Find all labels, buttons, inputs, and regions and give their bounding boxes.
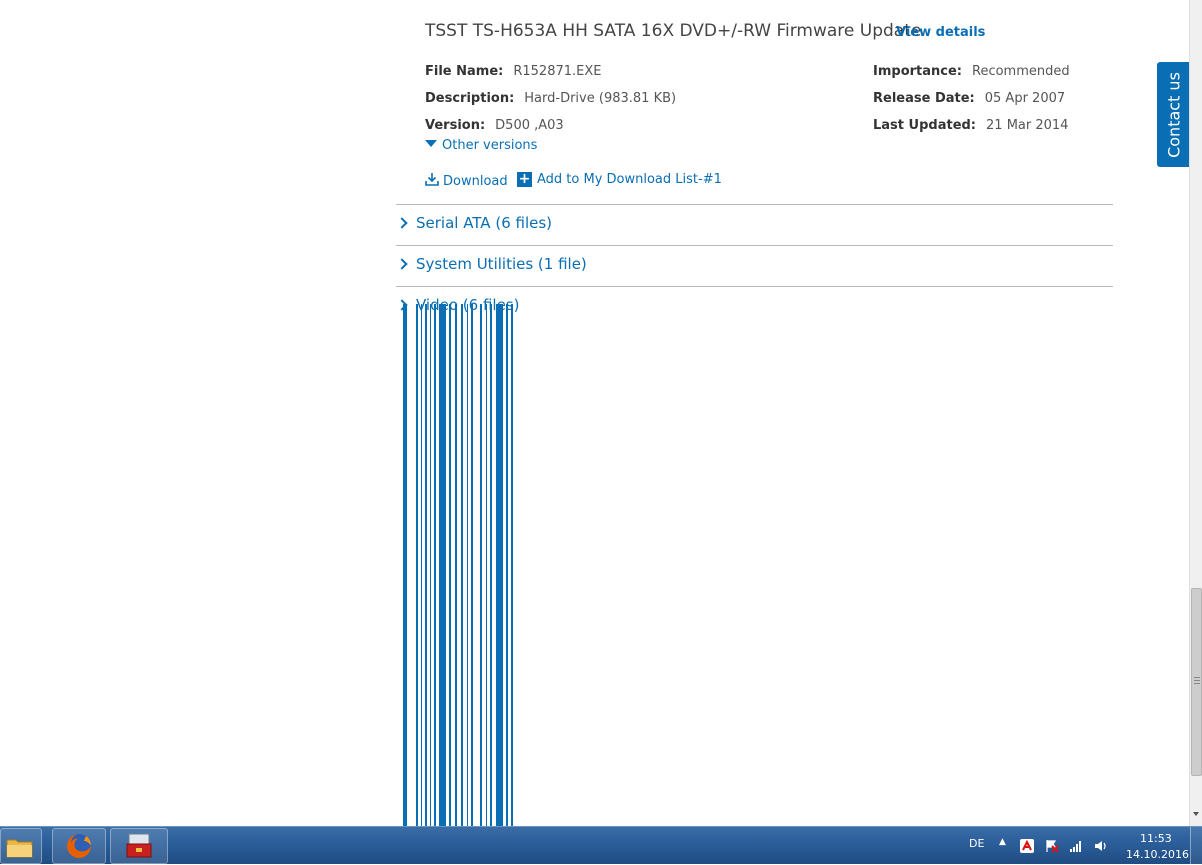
last-updated-label: Last Updated: <box>873 118 977 133</box>
glitch-stripe <box>403 304 407 826</box>
download-icon <box>425 173 439 186</box>
grip-line <box>1194 683 1200 684</box>
version-row: Version: D500 ,A03 <box>425 118 564 133</box>
divider <box>396 204 1113 205</box>
contact-us-tab[interactable]: Contact us <box>1157 62 1190 167</box>
browser-viewport: TSST TS-H653A HH SATA 16X DVD+/-RW Firmw… <box>0 0 1202 826</box>
glitch-stripe <box>461 304 463 826</box>
glitch-stripe <box>467 304 468 826</box>
release-date-value: 05 Apr 2007 <box>984 91 1066 106</box>
toolbox-icon <box>126 833 152 858</box>
category-serial-ata[interactable]: Serial ATA (6 files) <box>396 214 553 232</box>
triangle-down-icon <box>425 140 437 147</box>
scroll-down-arrow-icon[interactable] <box>1193 812 1199 816</box>
version-label: Version: <box>425 118 486 133</box>
release-date-row: Release Date: 05 Apr 2007 <box>873 91 1065 106</box>
plus-icon: + <box>517 171 532 187</box>
other-versions-label: Other versions <box>442 138 538 153</box>
description-value: Hard-Drive (983.81 KB) <box>524 91 677 106</box>
last-updated-row: Last Updated: 21 Mar 2014 <box>873 118 1068 133</box>
release-date-label: Release Date: <box>873 91 975 106</box>
network-signal-icon[interactable] <box>1069 839 1083 853</box>
glitch-stripe <box>416 304 418 826</box>
glitch-stripe <box>511 304 513 826</box>
glitch-stripe <box>439 304 446 826</box>
glitch-stripe <box>490 304 492 826</box>
glitch-stripe <box>430 304 431 826</box>
language-indicator[interactable]: DE <box>969 837 984 850</box>
action-center-flag-icon[interactable] <box>1045 839 1059 853</box>
scrollbar-thumb[interactable] <box>1191 588 1202 776</box>
glitch-stripe <box>471 304 473 826</box>
glitch-stripe <box>425 304 427 826</box>
windows-taskbar: DE ▲ 11:53 14.10.2016 <box>0 826 1202 865</box>
toolbox-taskbar-button[interactable] <box>110 828 168 864</box>
importance-value: Recommended <box>972 64 1070 79</box>
glitch-stripe <box>506 304 508 826</box>
contact-us-label: Contact us <box>1164 71 1183 158</box>
last-updated-value: 21 Mar 2014 <box>986 118 1069 133</box>
folder-icon <box>6 839 33 858</box>
glitch-stripe <box>486 304 487 826</box>
other-versions-toggle[interactable]: Other versions <box>425 138 537 153</box>
glitch-stripe <box>496 304 503 826</box>
clock-date[interactable]: 14.10.2016 <box>1126 848 1189 861</box>
show-hidden-icons-button[interactable]: ▲ <box>999 837 1006 847</box>
importance-row: Importance: Recommended <box>873 64 1070 79</box>
download-label: Download <box>443 174 508 189</box>
update-title: TSST TS-H653A HH SATA 16X DVD+/-RW Firmw… <box>425 21 922 41</box>
description-label: Description: <box>425 91 515 106</box>
grip-line <box>1194 680 1200 681</box>
firefox-taskbar-button[interactable] <box>52 828 106 864</box>
glitch-stripe <box>480 304 482 826</box>
glitch-stripe <box>434 304 436 826</box>
view-details-link[interactable]: View details <box>896 25 985 40</box>
download-link[interactable]: Download <box>425 172 508 189</box>
add-to-list-label: Add to My Download List-#1 <box>537 172 722 187</box>
show-desktop-button[interactable] <box>1190 827 1202 865</box>
glitch-stripe <box>449 304 451 826</box>
importance-label: Importance: <box>873 64 962 79</box>
chevron-right-icon <box>396 217 408 229</box>
explorer-taskbar-button[interactable] <box>0 828 42 864</box>
file-name-label: File Name: <box>425 64 504 79</box>
chevron-right-icon <box>396 258 408 270</box>
divider <box>396 245 1113 246</box>
description-row: Description: Hard-Drive (983.81 KB) <box>425 91 676 106</box>
grip-line <box>1194 677 1200 678</box>
volume-icon[interactable] <box>1094 839 1108 853</box>
file-name-row: File Name: R152871.EXE <box>425 64 601 79</box>
firefox-icon <box>67 834 91 858</box>
glitch-stripe <box>455 304 457 826</box>
antivirus-icon[interactable] <box>1020 839 1034 853</box>
divider <box>396 286 1113 287</box>
file-name-value: R152871.EXE <box>513 64 602 79</box>
category-label: Serial ATA (6 files) <box>416 214 553 232</box>
add-to-download-list-link[interactable]: + Add to My Download List-#1 <box>517 172 722 187</box>
version-value: D500 ,A03 <box>495 118 564 133</box>
category-system-utilities[interactable]: System Utilities (1 file) <box>396 255 587 273</box>
glitch-stripe <box>421 304 422 826</box>
clock-time[interactable]: 11:53 <box>1140 832 1172 845</box>
category-label: System Utilities (1 file) <box>416 255 587 273</box>
vertical-scrollbar[interactable] <box>1189 0 1202 826</box>
